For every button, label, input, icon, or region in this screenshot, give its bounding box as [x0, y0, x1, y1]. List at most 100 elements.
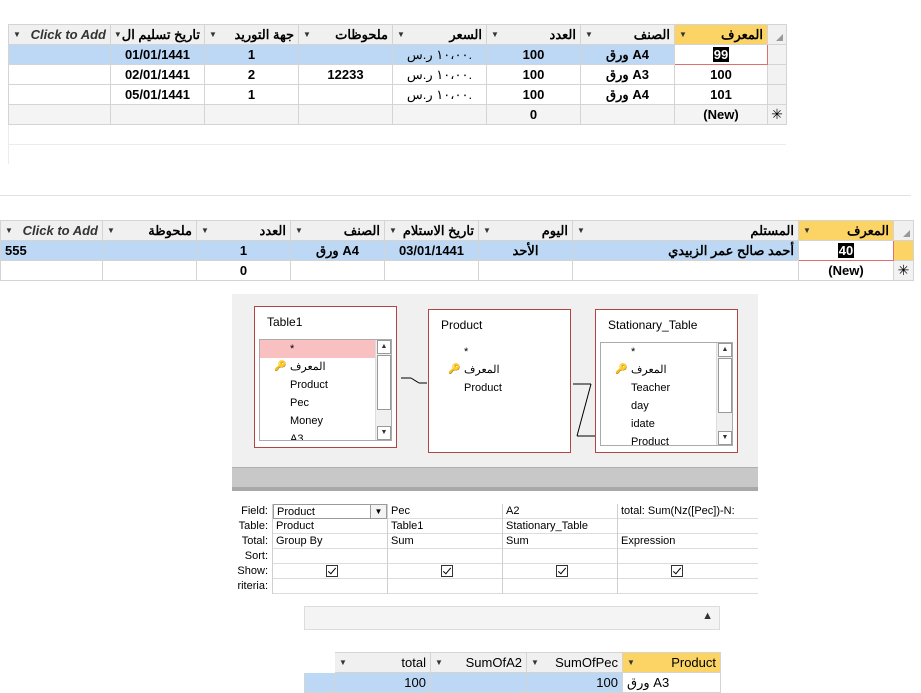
criteria-cell[interactable]	[273, 579, 387, 594]
product-field-list[interactable]: Product * 🔑 المعرف Product	[428, 309, 571, 453]
table-cell[interactable]	[618, 519, 758, 534]
column-header-count[interactable]: العدد ▼	[196, 220, 291, 241]
sort-cell[interactable]	[618, 549, 758, 564]
total-cell[interactable]: Sum	[388, 534, 502, 549]
column-header-count[interactable]: العدد ▼	[486, 24, 581, 45]
qbe-column[interactable]: total: Sum(Nz([Pec])-N: Expression	[617, 504, 758, 594]
select-all-corner[interactable]	[767, 24, 787, 45]
scrollbar[interactable]: ▲ ▼	[375, 340, 391, 440]
select-all-corner[interactable]	[893, 220, 914, 241]
dropdown-arrow-icon[interactable]: ▼	[435, 658, 443, 667]
field-item[interactable]: Product	[601, 433, 732, 445]
field-item[interactable]: 🔑 المعرف	[601, 361, 732, 379]
show-cell[interactable]	[618, 564, 758, 579]
criteria-cell[interactable]	[388, 579, 502, 594]
field-item[interactable]: *	[434, 343, 565, 361]
field-list-title[interactable]: Table1	[255, 307, 396, 337]
column-header-product[interactable]: ▼ Product	[622, 652, 721, 673]
dropdown-arrow-icon[interactable]: ▼	[585, 30, 593, 39]
pane-splitter[interactable]	[232, 487, 758, 491]
record-selector[interactable]	[767, 44, 787, 65]
field-item[interactable]: Pec	[260, 394, 391, 412]
scroll-thumb[interactable]	[377, 355, 391, 410]
horizontal-scrollbar[interactable]	[232, 467, 758, 487]
show-checkbox[interactable]	[441, 565, 453, 577]
criteria-cell[interactable]	[503, 579, 617, 594]
scroll-down-icon[interactable]: ▼	[377, 426, 391, 440]
field-cell[interactable]: Pec	[388, 504, 502, 519]
scroll-thumb[interactable]	[718, 358, 732, 413]
field-item[interactable]: Product	[260, 376, 391, 394]
table-row[interactable]: 01/01/1441 1 ١٠،٠٠ ر.س. 100 ورق A4 99	[8, 44, 787, 65]
dropdown-arrow-icon[interactable]: ▼	[13, 30, 21, 39]
column-header-id[interactable]: المعرف ▼	[798, 220, 894, 241]
field-item[interactable]: day	[601, 397, 732, 415]
field-list-title[interactable]: Product	[429, 310, 570, 340]
column-header-notes[interactable]: ملحوظات ▼	[298, 24, 393, 45]
show-checkbox[interactable]	[671, 565, 683, 577]
scrollbar[interactable]: ▲ ▼	[716, 343, 732, 445]
table-row[interactable]: 05/01/1441 1 ١٠،٠٠ ر.س. 100 ورق A4 101	[8, 84, 787, 105]
column-header-item[interactable]: الصنف ▼	[580, 24, 675, 45]
active-cell[interactable]: 99	[674, 44, 768, 65]
field-item[interactable]: idate	[601, 415, 732, 433]
field-list-title[interactable]: Stationary_Table	[596, 310, 737, 340]
column-header-item[interactable]: الصنف ▼	[290, 220, 385, 241]
column-header-receipt-date[interactable]: تاريخ الاستلام ▼	[384, 220, 479, 241]
active-cell[interactable]: 40	[798, 240, 894, 261]
column-header-total[interactable]: ▼ total	[334, 652, 431, 673]
column-header-supplier[interactable]: جهة التوريد ▼	[204, 24, 299, 45]
field-item[interactable]: A3	[260, 430, 391, 440]
total-cell[interactable]: Expression	[618, 534, 758, 549]
dropdown-arrow-icon[interactable]: ▼	[5, 226, 13, 235]
record-selector[interactable]	[767, 64, 787, 85]
dropdown-arrow-icon[interactable]: ▼	[107, 226, 115, 235]
dropdown-arrow-icon[interactable]: ▼	[201, 226, 209, 235]
column-header-day[interactable]: اليوم ▼	[478, 220, 573, 241]
field-cell[interactable]: total: Sum(Nz([Pec])-N:	[618, 504, 758, 519]
sort-cell[interactable]	[503, 549, 617, 564]
join-line[interactable]	[397, 374, 427, 390]
column-header-note[interactable]: ملحوظة ▼	[102, 220, 197, 241]
record-selector[interactable]	[893, 240, 914, 261]
scroll-down-icon[interactable]: ▼	[718, 431, 732, 445]
dropdown-arrow-icon[interactable]: ▼	[627, 658, 635, 667]
field-item[interactable]: 🔑 المعرف	[260, 358, 391, 376]
scroll-up-icon[interactable]: ▲	[718, 343, 732, 357]
dropdown-arrow-icon[interactable]: ▼	[114, 30, 122, 39]
field-list[interactable]: * 🔑 المعرف Product Pec Money A3 ▲ ▼	[259, 339, 392, 441]
sort-cell[interactable]	[388, 549, 502, 564]
field-item[interactable]: *	[601, 343, 732, 361]
record-selector[interactable]	[767, 84, 787, 105]
field-item[interactable]: Teacher	[601, 379, 732, 397]
dropdown-arrow-icon[interactable]: ▼	[803, 226, 811, 235]
field-list[interactable]: * 🔑 المعرف Product	[433, 342, 566, 446]
show-cell[interactable]	[503, 564, 617, 579]
chevron-up-icon[interactable]: ▲	[702, 610, 713, 622]
active-cell[interactable]: ورق A3	[622, 672, 721, 693]
column-header-id[interactable]: المعرف ▼	[674, 24, 768, 45]
dropdown-arrow-icon[interactable]: ▼	[339, 658, 347, 667]
field-cell[interactable]: Product ▼	[273, 504, 387, 519]
show-checkbox[interactable]	[556, 565, 568, 577]
table-row[interactable]: 02/01/1441 2 12233 ١٠،٠٠ ر.س. 100 ورق A3…	[8, 64, 787, 85]
dropdown-arrow-icon[interactable]: ▼	[531, 658, 539, 667]
column-header-recipient[interactable]: المستلم ▼	[572, 220, 799, 241]
table1-field-list[interactable]: Table1 * 🔑 المعرف Product Pec Money A3 ▲ …	[254, 306, 397, 448]
new-record-row[interactable]: 0 (New) ✳	[8, 104, 787, 125]
table-row[interactable]: 555 1 ورق A4 03/01/1441 الأحد أحمد صالح …	[0, 240, 914, 261]
dropdown-arrow-icon[interactable]: ▼	[389, 226, 397, 235]
field-item[interactable]: Product	[434, 379, 565, 397]
show-checkbox[interactable]	[326, 565, 338, 577]
click-to-add-header[interactable]: ▼ Click to Add	[0, 220, 103, 241]
dropdown-arrow-icon[interactable]: ▼	[303, 30, 311, 39]
table-row[interactable]: 100 100 ورق A3	[304, 672, 721, 693]
show-cell[interactable]	[388, 564, 502, 579]
table-cell[interactable]: Product	[273, 519, 387, 534]
scroll-up-icon[interactable]: ▲	[377, 340, 391, 354]
table-cell[interactable]: Table1	[388, 519, 502, 534]
total-cell[interactable]: Sum	[503, 534, 617, 549]
column-header-sumofpec[interactable]: ▼ SumOfPec	[526, 652, 623, 673]
dropdown-arrow-icon[interactable]: ▼	[491, 30, 499, 39]
new-record-row[interactable]: 0 (New) ✳	[0, 260, 914, 281]
